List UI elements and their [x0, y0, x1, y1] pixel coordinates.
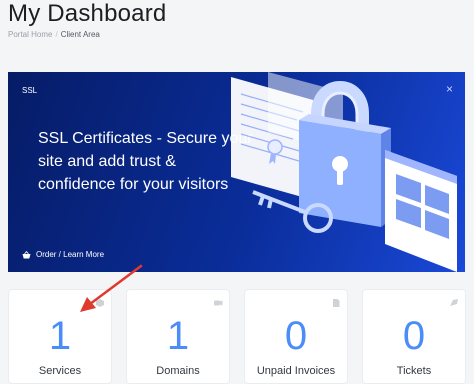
services-count: 1	[48, 314, 72, 358]
ssl-lock-illustration	[231, 72, 457, 272]
basket-icon	[22, 250, 31, 258]
services-tile[interactable]: 1 Services	[8, 289, 112, 384]
order-learn-more-label: Order / Learn More	[36, 250, 105, 259]
domains-tile[interactable]: 1 Domains	[126, 289, 230, 384]
domains-count: 1	[166, 314, 190, 358]
unpaid-invoices-label: Unpaid Invoices	[256, 365, 336, 377]
promo-tag: SSL	[22, 86, 38, 95]
unpaid-invoices-count: 0	[284, 314, 308, 358]
tickets-label: Tickets	[396, 365, 432, 377]
breadcrumb-separator: /	[55, 30, 58, 39]
breadcrumb-portal-home[interactable]: Portal Home	[8, 30, 52, 39]
browser-window-illustration	[385, 150, 457, 272]
tag-icon	[214, 300, 223, 306]
breadcrumb-client-area: Client Area	[60, 30, 100, 39]
lock-body	[299, 114, 391, 227]
services-label: Services	[38, 365, 82, 377]
page-title: My Dashboard	[8, 0, 167, 27]
breadcrumb: Portal Home / Client Area	[8, 30, 100, 39]
comment-icon	[450, 299, 458, 306]
tickets-count: 0	[402, 314, 426, 358]
cube-icon	[96, 299, 104, 307]
unpaid-invoices-tile[interactable]: 0 Unpaid Invoices	[244, 289, 348, 384]
invoice-icon	[333, 299, 340, 307]
domains-label: Domains	[156, 365, 200, 377]
order-learn-more-link[interactable]: Order / Learn More	[22, 250, 104, 259]
ssl-promo-banner: SSL × SSL Certificates - Secure your sit…	[8, 72, 465, 272]
tickets-tile[interactable]: 0 Tickets	[362, 289, 466, 384]
